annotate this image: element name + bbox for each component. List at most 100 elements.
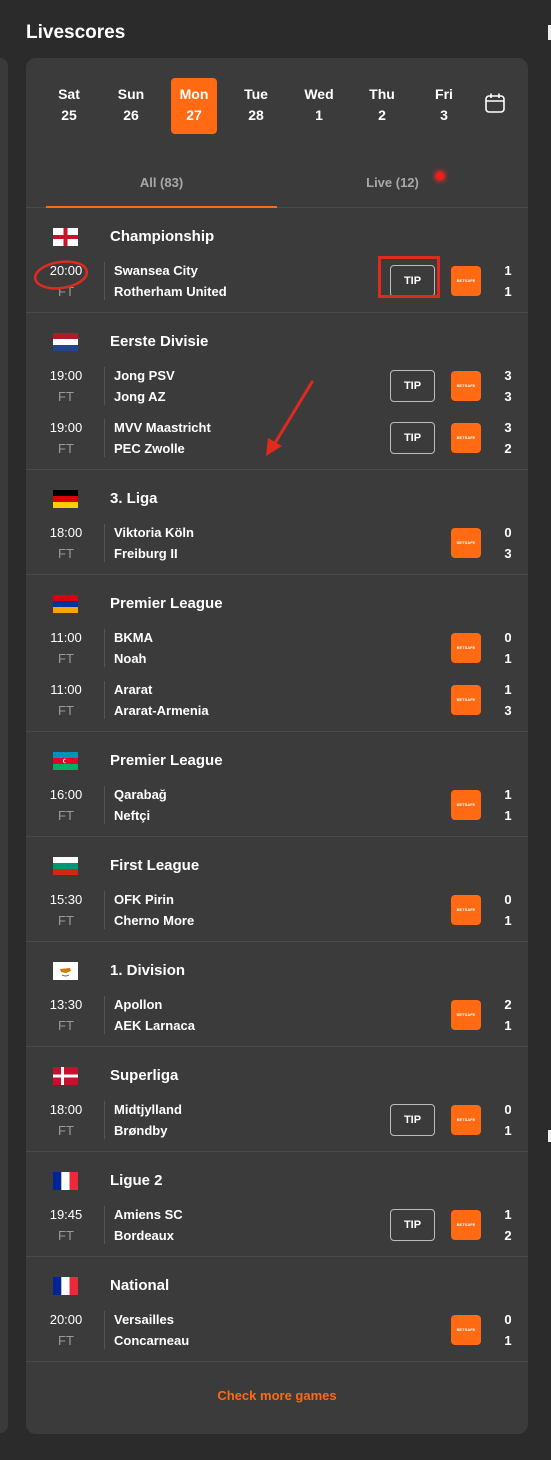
away-team[interactable]: AEK Larnaca — [114, 1015, 195, 1036]
league-section: National 20:00 FT Versailles Concarneau BETSA… — [26, 1257, 528, 1362]
date-number: 28 — [248, 107, 264, 123]
match-row[interactable]: 13:30 FT Apollon AEK Larnaca BETSAFE 2 1 — [26, 994, 528, 1046]
home-score: 0 — [504, 525, 512, 540]
league-name[interactable]: Superliga — [110, 1067, 178, 1084]
league-section: Premier League 16:00 FT Qarabağ Neftçi BETSAF… — [26, 732, 528, 837]
home-team[interactable]: Midtjylland — [114, 1099, 182, 1120]
date-tab-thu[interactable]: Thu 2 — [359, 78, 405, 134]
betsafe-odds-button[interactable]: BETSAFE — [451, 895, 481, 925]
away-team[interactable]: Rotherham United — [114, 281, 227, 302]
home-team[interactable]: Swansea City — [114, 260, 198, 281]
date-tab-fri[interactable]: Fri 3 — [421, 78, 467, 134]
date-tab-sun[interactable]: Sun 26 — [108, 78, 154, 134]
league-name[interactable]: Eerste Divisie — [110, 333, 208, 350]
betsafe-odds-button[interactable]: BETSAFE — [451, 633, 481, 663]
match-row[interactable]: 19:00 FT Jong PSV Jong AZ TIP BETSAFE 3 3 — [26, 365, 528, 417]
away-score: 1 — [504, 1333, 512, 1348]
tab-all[interactable]: All (83) — [46, 158, 277, 208]
date-tab-wed[interactable]: Wed 1 — [296, 78, 342, 134]
left-panel-edge — [0, 58, 8, 1433]
tip-button[interactable]: TIP — [390, 370, 435, 402]
match-time: 19:00 — [49, 368, 83, 383]
betsafe-odds-button[interactable]: BETSAFE — [451, 1210, 481, 1240]
away-team[interactable]: Brøndby — [114, 1120, 167, 1141]
calendar-icon[interactable] — [484, 92, 506, 114]
home-team[interactable]: Versailles — [114, 1309, 174, 1330]
away-score: 2 — [504, 441, 512, 456]
match-row[interactable]: 11:00 FT Ararat Ararat-Armenia BETSAFE 1 3 — [26, 679, 528, 731]
match-row[interactable]: 20:00 FT Versailles Concarneau BETSAFE 0 1 — [26, 1309, 528, 1361]
league-header: Superliga — [26, 1047, 528, 1099]
home-team[interactable]: Amiens SC — [114, 1204, 183, 1225]
armenia-flag-icon — [53, 595, 78, 613]
league-name[interactable]: Ligue 2 — [110, 1172, 163, 1189]
betsafe-odds-button[interactable]: BETSAFE — [451, 685, 481, 715]
tab-live[interactable]: Live (12) — [277, 158, 508, 208]
league-name[interactable]: Premier League — [110, 595, 223, 612]
betsafe-odds-button[interactable]: BETSAFE — [451, 528, 481, 558]
betsafe-odds-button[interactable]: BETSAFE — [451, 266, 481, 296]
match-row[interactable]: 15:30 FT OFK Pirin Cherno More BETSAFE 0 1 — [26, 889, 528, 941]
home-team[interactable]: Ararat — [114, 679, 152, 700]
date-tab-mon[interactable]: Mon 27 — [171, 78, 217, 134]
home-team[interactable]: Qarabağ — [114, 784, 167, 805]
match-row[interactable]: 18:00 FT Viktoria Köln Freiburg II BETSAFE 0 3 — [26, 522, 528, 574]
home-score: 0 — [504, 1312, 512, 1327]
date-day-label: Sat — [58, 86, 80, 102]
tip-button[interactable]: TIP — [390, 422, 435, 454]
league-name[interactable]: 1. Division — [110, 962, 185, 979]
match-row[interactable]: 16:00 FT Qarabağ Neftçi BETSAFE 1 1 — [26, 784, 528, 836]
match-row[interactable]: 19:00 FT MVV Maastricht PEC Zwolle TIP BETSAF… — [26, 417, 528, 469]
check-more-games-link[interactable]: Check more games — [26, 1388, 528, 1403]
away-team[interactable]: PEC Zwolle — [114, 438, 185, 459]
row-divider — [104, 1206, 105, 1244]
league-name[interactable]: First League — [110, 857, 199, 874]
row-divider — [104, 629, 105, 667]
away-team[interactable]: Jong AZ — [114, 386, 166, 407]
league-name[interactable]: Premier League — [110, 752, 223, 769]
away-team[interactable]: Ararat-Armenia — [114, 700, 209, 721]
match-status: FT — [58, 1123, 74, 1138]
league-section: Eerste Divisie 19:00 FT Jong PSV Jong AZ TIP B… — [26, 313, 528, 470]
match-row[interactable]: 20:00 FT Swansea City Rotherham United TIP BE… — [26, 260, 528, 312]
league-name[interactable]: Championship — [110, 228, 214, 245]
tip-button[interactable]: TIP — [390, 1104, 435, 1136]
date-day-label: Tue — [244, 86, 268, 102]
home-team[interactable]: Apollon — [114, 994, 162, 1015]
match-row[interactable]: 18:00 FT Midtjylland Brøndby TIP BETSAFE 0 1 — [26, 1099, 528, 1151]
match-status: FT — [58, 1228, 74, 1243]
home-team[interactable]: Jong PSV — [114, 365, 175, 386]
away-team[interactable]: Bordeaux — [114, 1225, 174, 1246]
match-status: FT — [58, 808, 74, 823]
tip-button[interactable]: TIP — [390, 265, 435, 297]
league-section: First League 15:30 FT OFK Pirin Cherno More B… — [26, 837, 528, 942]
away-score: 3 — [504, 703, 512, 718]
home-team[interactable]: OFK Pirin — [114, 889, 174, 910]
betsafe-odds-button[interactable]: BETSAFE — [451, 1315, 481, 1345]
away-score: 1 — [504, 651, 512, 666]
league-name[interactable]: 3. Liga — [110, 490, 158, 507]
betsafe-odds-button[interactable]: BETSAFE — [451, 371, 481, 401]
match-row[interactable]: 11:00 FT BKMA Noah BETSAFE 0 1 — [26, 627, 528, 679]
date-tab-tue[interactable]: Tue 28 — [233, 78, 279, 134]
match-row[interactable]: 19:45 FT Amiens SC Bordeaux TIP BETSAFE 1 2 — [26, 1204, 528, 1256]
away-team[interactable]: Concarneau — [114, 1330, 189, 1351]
league-section: Ligue 2 19:45 FT Amiens SC Bordeaux TIP BETSAF… — [26, 1152, 528, 1257]
away-score: 2 — [504, 1228, 512, 1243]
away-team[interactable]: Freiburg II — [114, 543, 178, 564]
betsafe-odds-button[interactable]: BETSAFE — [451, 1105, 481, 1135]
home-team[interactable]: Viktoria Köln — [114, 522, 194, 543]
betsafe-odds-button[interactable]: BETSAFE — [451, 1000, 481, 1030]
away-team[interactable]: Cherno More — [114, 910, 194, 931]
home-team[interactable]: MVV Maastricht — [114, 417, 211, 438]
home-team[interactable]: BKMA — [114, 627, 153, 648]
row-divider — [104, 262, 105, 300]
away-team[interactable]: Noah — [114, 648, 147, 669]
league-name[interactable]: National — [110, 1277, 169, 1294]
tip-button[interactable]: TIP — [390, 1209, 435, 1241]
betsafe-odds-button[interactable]: BETSAFE — [451, 790, 481, 820]
date-tab-sat[interactable]: Sat 25 — [46, 78, 92, 134]
away-team[interactable]: Neftçi — [114, 805, 150, 826]
betsafe-odds-button[interactable]: BETSAFE — [451, 423, 481, 453]
home-score: 1 — [504, 1207, 512, 1222]
